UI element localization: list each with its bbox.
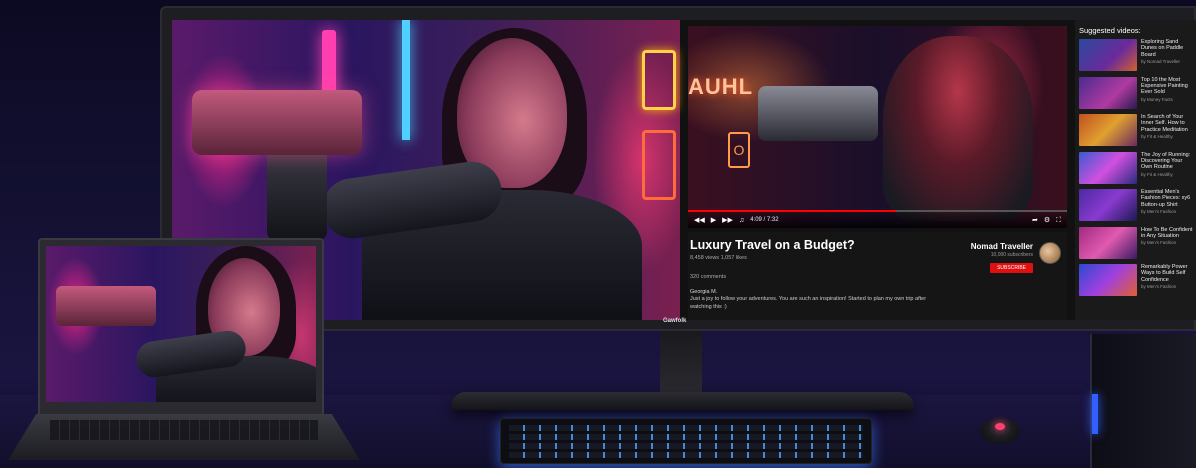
keyboard-row — [509, 425, 863, 431]
pc-tower-light — [1092, 394, 1098, 434]
channel-info: Nomad Traveller 10,000 subscribers — [971, 242, 1033, 258]
monitor-stand-neck — [660, 331, 702, 396]
neon-sign — [402, 20, 410, 140]
video-scene-sign: O — [728, 132, 750, 168]
video-info: Luxury Travel on a Budget? 8,458 views 1… — [688, 232, 1067, 320]
suggested-video-channel: by Nomad Traveller — [1141, 59, 1181, 65]
channel-name[interactable]: Nomad Traveller — [971, 242, 1033, 251]
suggested-title: Suggested videos: — [1079, 26, 1141, 35]
channel-avatar[interactable] — [1039, 242, 1061, 264]
suggested-video[interactable]: In Search of Your Inner Self. How to Pra… — [1079, 114, 1194, 152]
keyboard-row — [509, 452, 863, 458]
comment-author: Georgia M. — [690, 289, 718, 295]
video-thumbnail[interactable] — [1079, 189, 1137, 221]
volume-icon[interactable]: ♫ — [739, 217, 744, 224]
suggested-video-title[interactable]: How To Be Confident in Any Situation — [1141, 227, 1194, 240]
suggested-video[interactable]: The Joy of Running: Discovering Your Own… — [1079, 151, 1194, 190]
keyboard-row — [509, 443, 863, 449]
comment: Georgia M. Just a joy to follow your adv… — [690, 289, 930, 311]
suggested-video[interactable]: How To Be Confident in Any Situation by M… — [1079, 226, 1194, 265]
suggested-video[interactable]: Top 10 the Most Expensive Painting Ever … — [1079, 76, 1194, 115]
suggested-video-title[interactable]: The Joy of Running: Discovering Your Own… — [1141, 152, 1194, 171]
neon-sign — [642, 50, 676, 110]
laptop-keyboard — [50, 420, 318, 440]
suggested-video[interactable]: Remarkably Power Ways to Build Self Conf… — [1079, 264, 1194, 302]
video-title: Luxury Travel on a Budget? — [690, 238, 855, 252]
video-thumbnail[interactable] — [1079, 226, 1137, 259]
settings-icon[interactable]: ⚙ — [1044, 217, 1050, 224]
suggested-video-channel: by Men's Fashion — [1141, 284, 1177, 290]
video-player[interactable]: AUHL O ◀◀ ▶ ▶▶ ♫ 4:09 / 7:32 ➦ ⚙ ⛶ — [688, 26, 1067, 228]
video-scene-text: AUHL — [688, 74, 754, 99]
character-gun — [192, 90, 362, 155]
monitor-brand-logo: Gawfolk — [663, 318, 687, 324]
channel-subscribers: 10,000 subscribers — [990, 252, 1033, 258]
neon-sign — [642, 130, 676, 200]
video-thumbnail[interactable] — [1079, 39, 1137, 71]
suggested-video-title[interactable]: Top 10 the Most Expensive Painting Ever … — [1141, 77, 1194, 96]
suggested-video-title[interactable]: Exploring Sand Dunes on Paddle Board — [1141, 39, 1194, 58]
keyboard — [500, 418, 872, 464]
video-thumbnail[interactable] — [1079, 76, 1137, 109]
suggested-video-title[interactable]: Essential Men's Fashion Pieces: xy6 Butt… — [1141, 189, 1194, 208]
play-icon[interactable]: ▶ — [711, 217, 716, 224]
gun-grip — [267, 145, 327, 240]
suggested-video-channel: by Men's Fashion — [1141, 209, 1177, 215]
monitor-screen: AUHL O ◀◀ ▶ ▶▶ ♫ 4:09 / 7:32 ➦ ⚙ ⛶ Luxur… — [172, 20, 1196, 320]
player-controls: ◀◀ ▶ ▶▶ ♫ 4:09 / 7:32 ➦ ⚙ ⛶ — [688, 212, 1067, 228]
video-thumbnail[interactable] — [1079, 264, 1137, 296]
video-scene-robot — [883, 36, 1033, 221]
suggested-videos: Suggested videos: Exploring Sand Dunes o… — [1075, 20, 1196, 320]
subscribe-button[interactable]: SUBSCRIBE — [990, 263, 1033, 273]
mouse-light — [995, 423, 1005, 430]
character-gun — [56, 286, 156, 326]
keyboard-row — [509, 434, 863, 440]
time-display: 4:09 / 7:32 — [750, 217, 779, 223]
suggested-video-channel: by Money Facts — [1141, 96, 1173, 102]
video-meta: 8,458 views 1,057 likes — [690, 255, 747, 261]
pc-tower — [1090, 334, 1196, 468]
video-thumbnail[interactable] — [1079, 114, 1137, 146]
suggested-video-title[interactable]: Remarkably Power Ways to Build Self Conf… — [1141, 264, 1194, 283]
fullscreen-icon[interactable]: ⛶ — [1056, 217, 1061, 224]
skip-back-icon[interactable]: ◀◀ — [694, 217, 705, 224]
skip-forward-icon[interactable]: ▶▶ — [722, 217, 733, 224]
laptop-screen — [46, 246, 316, 402]
suggested-video-channel: by Fit & Healthy — [1141, 171, 1173, 177]
video-scene-gun — [758, 86, 878, 141]
suggested-video-channel: by Fit & Healthy — [1141, 134, 1173, 140]
mouse — [980, 418, 1020, 444]
suggested-video-channel: by Men's Fashion — [1141, 240, 1177, 246]
suggested-video-title[interactable]: In Search of Your Inner Self. How to Pra… — [1141, 114, 1194, 133]
comment-text: Just a joy to follow your adventures. Yo… — [690, 296, 927, 310]
comments-count: 320 comments — [690, 274, 727, 280]
suggested-video[interactable]: Exploring Sand Dunes on Paddle Board by N… — [1079, 39, 1194, 77]
share-icon[interactable]: ➦ — [1032, 217, 1038, 224]
monitor-stand-base — [451, 392, 914, 410]
video-thumbnail[interactable] — [1079, 151, 1137, 184]
suggested-video[interactable]: Essential Men's Fashion Pieces: xy6 Butt… — [1079, 189, 1194, 227]
